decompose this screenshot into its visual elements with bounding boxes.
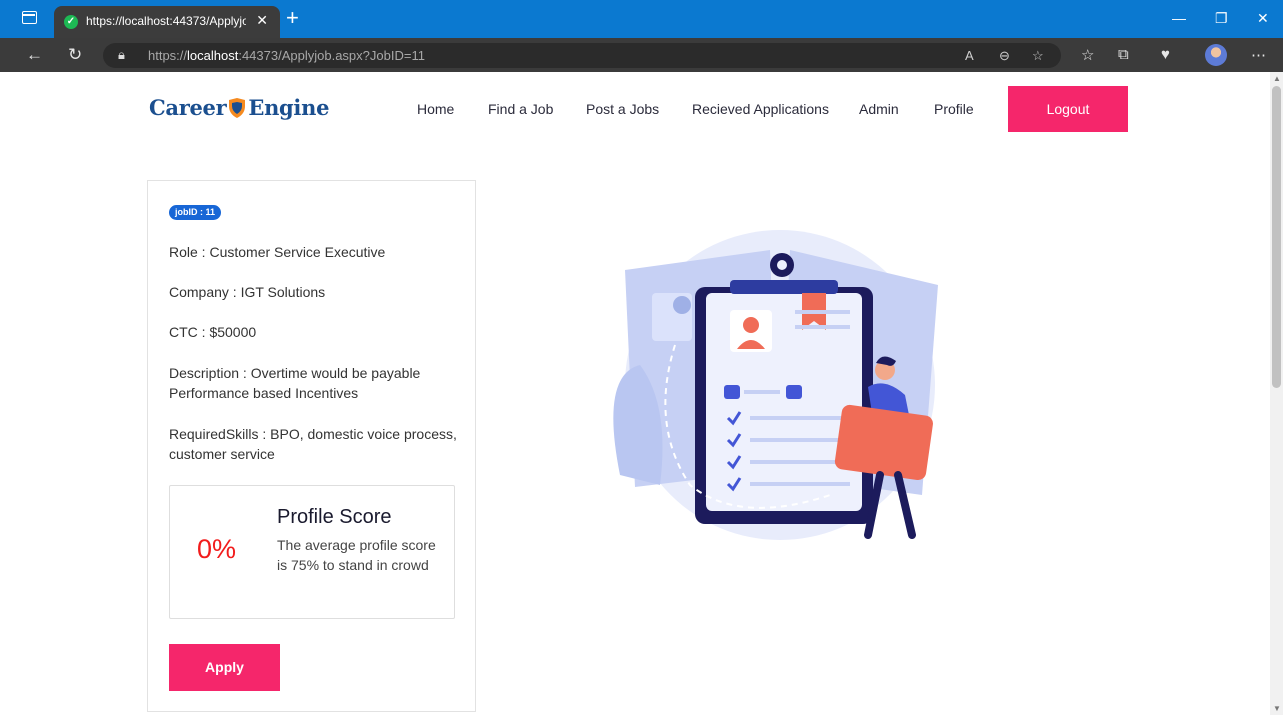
nav-find-a-job[interactable]: Find a Job [488, 101, 553, 117]
read-aloud-icon[interactable]: A [965, 48, 974, 63]
lock-icon[interactable]: 🔒︎ [118, 47, 125, 63]
apply-button[interactable]: Apply [169, 644, 280, 691]
checkbox-icon [724, 385, 740, 399]
clipboard-ring-hole [777, 260, 787, 270]
scroll-up-icon[interactable]: ▲ [1273, 74, 1281, 83]
job-application-illustration [613, 230, 938, 540]
job-id-badge: jobID : 11 [169, 205, 222, 220]
nav-home[interactable]: Home [417, 101, 454, 117]
browser-titlebar: ✓ https://localhost:44373/Applyjob.aspx?… [0, 0, 1283, 38]
nav-recieved-applications[interactable]: Recieved Applications [692, 101, 829, 117]
clipboard-clip [730, 280, 838, 294]
back-paper-avatar-head [673, 296, 691, 314]
more-icon[interactable]: ⋯ [1251, 46, 1266, 64]
favorites-icon[interactable]: ☆ [1081, 46, 1094, 64]
scroll-down-icon[interactable]: ▼ [1273, 704, 1281, 713]
address-bar[interactable]: 🔒︎ https://localhost:44373/Applyjob.aspx… [103, 43, 1061, 68]
close-window-icon[interactable]: ✕ [1257, 10, 1269, 27]
nav-profile[interactable]: Profile [934, 101, 974, 117]
new-tab-icon[interactable]: + [286, 5, 299, 31]
close-tab-icon[interactable]: ✕ [256, 12, 268, 29]
folder-icon [834, 404, 933, 481]
collections-icon[interactable]: ⧉ [1118, 46, 1129, 63]
job-company: Company : IGT Solutions [169, 284, 326, 300]
job-description: Description : Overtime would be payable … [169, 363, 459, 403]
profile-score-value: 0% [197, 534, 237, 564]
profile-score-box: 0% Profile Score The average profile sco… [169, 485, 455, 619]
nav-admin[interactable]: Admin [859, 101, 899, 117]
paper-line [795, 310, 850, 314]
applicant-head [743, 317, 759, 333]
url-text: https://localhost:44373/Applyjob.aspx?Jo… [148, 48, 425, 63]
paper-line [795, 325, 850, 329]
job-ctc: CTC : $50000 [169, 324, 257, 340]
checkbox-icon [786, 385, 802, 399]
zoom-out-icon[interactable]: ⊖ [999, 48, 1010, 64]
nav-post-a-jobs[interactable]: Post a Jobs [586, 101, 659, 117]
scroll-thumb[interactable] [1272, 86, 1281, 388]
job-description-line-2: Performance based Incentives [169, 385, 359, 401]
job-role: Role : Customer Service Executive [169, 244, 386, 260]
back-icon[interactable]: ← [26, 45, 43, 65]
logout-button[interactable]: Logout [1008, 86, 1128, 132]
profile-avatar[interactable] [1205, 44, 1227, 66]
add-favorite-icon[interactable]: ☆ [1032, 48, 1044, 64]
job-description-line-1: Description : Overtime would be payable [169, 365, 421, 381]
logo-shield-icon [229, 98, 246, 118]
job-required-skills: RequiredSkills : BPO, domestic voice pro… [169, 426, 457, 462]
minimize-icon[interactable]: — [1172, 10, 1186, 26]
browser-tab[interactable]: ✓ https://localhost:44373/Applyjob.aspx?… [54, 6, 280, 38]
restore-icon[interactable]: ❐ [1215, 10, 1228, 27]
site-logo[interactable]: Career Engine [149, 95, 329, 120]
paper-line [744, 390, 780, 394]
job-details-card: jobID : 11 Role : Customer Service Execu… [147, 180, 476, 712]
refresh-icon[interactable]: ↻ [68, 45, 82, 65]
browser-toolbar: ← ↻ 🔒︎ https://localhost:44373/Applyjob.… [0, 38, 1283, 72]
tab-title: https://localhost:44373/Applyjob.aspx?Jo… [86, 14, 246, 28]
page-scrollbar[interactable]: ▲ ▼ [1270, 72, 1283, 715]
window-icon[interactable] [22, 11, 37, 24]
favicon-check-icon: ✓ [64, 15, 78, 29]
profile-score-title: Profile Score [277, 506, 392, 528]
profile-score-text: The average profile score is 75% to stan… [277, 537, 436, 573]
health-icon[interactable]: ♥ [1161, 46, 1170, 63]
